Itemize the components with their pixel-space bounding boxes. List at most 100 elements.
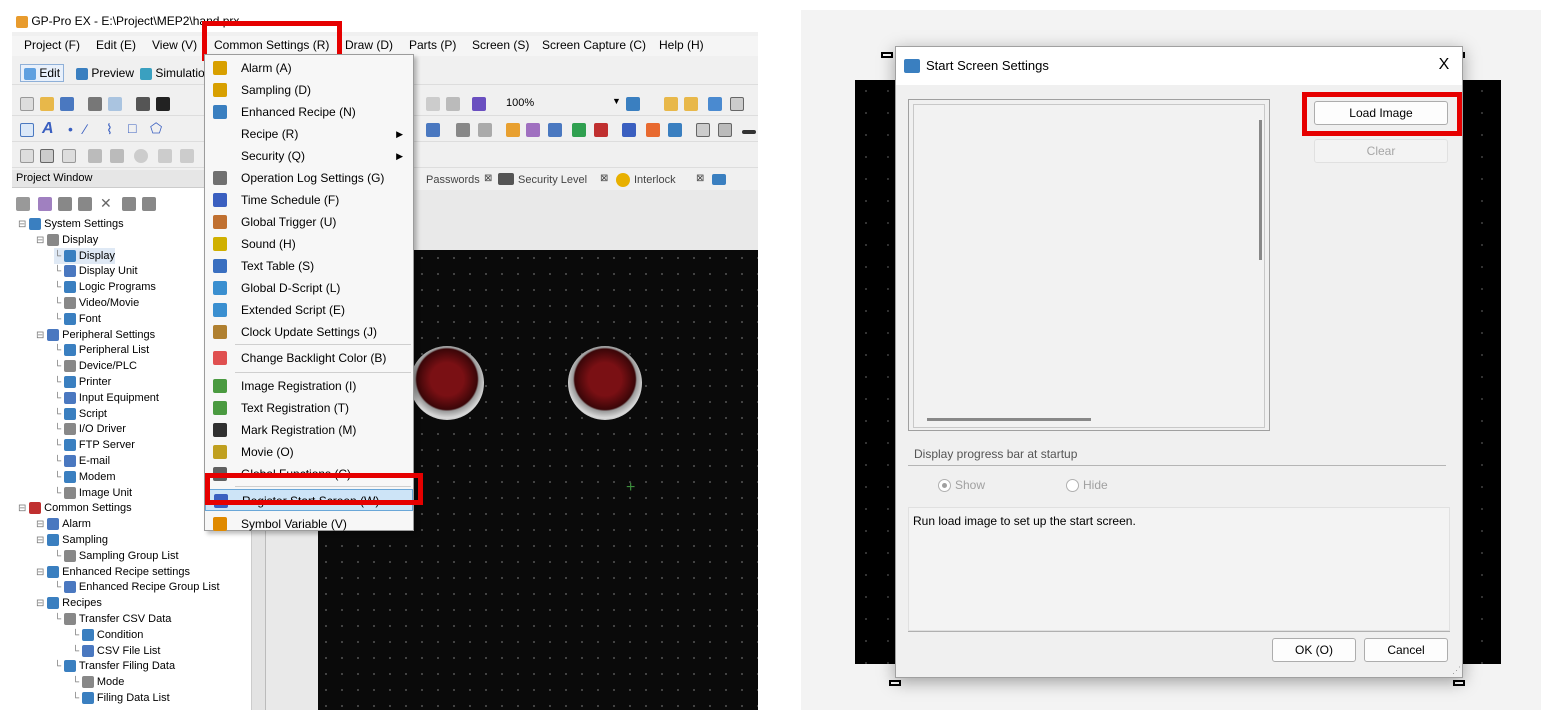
expander-minus-icon[interactable]: ⊟ (18, 503, 29, 514)
tab-interlock[interactable]: Interlock (634, 174, 676, 186)
tree-item[interactable]: └ E-mail (54, 453, 110, 469)
tree-item[interactable]: └ Device/PLC (54, 358, 137, 374)
camera-icon[interactable] (156, 97, 170, 111)
menu-view[interactable]: View (V) (152, 38, 197, 52)
tree-item[interactable]: └ Input Equipment (54, 390, 159, 406)
tree-item[interactable]: ⊟ Alarm (36, 516, 91, 532)
recipe-icon[interactable] (708, 97, 722, 111)
menu-item-extended-script[interactable]: Extended Script (E) (205, 299, 413, 321)
menu-item-clock-update[interactable]: Clock Update Settings (J) (205, 321, 413, 343)
contact-icon-b[interactable] (110, 149, 124, 163)
tree-item[interactable]: ⊟ Common Settings (18, 500, 132, 516)
check-icon[interactable] (472, 97, 486, 111)
pw-new-icon[interactable] (16, 197, 30, 211)
tree-item[interactable]: └ Sampling Group List (54, 548, 179, 564)
tab-close-icon[interactable]: ⊠ (600, 173, 608, 184)
lamp-icon[interactable] (646, 123, 660, 137)
save-icon[interactable] (60, 97, 74, 111)
ok-button[interactable]: OK (O) (1272, 638, 1356, 662)
tree-item[interactable]: └ FTP Server (54, 437, 135, 453)
new-icon[interactable] (20, 97, 34, 111)
grid-icon[interactable] (696, 123, 710, 137)
menu-item-sound[interactable]: Sound (H) (205, 233, 413, 255)
tree-item[interactable]: └ Logic Programs (54, 279, 156, 295)
zoom-dropdown-icon[interactable]: ▼ (612, 96, 621, 106)
delete-icon[interactable] (446, 97, 460, 111)
menu-item-symbol-variable[interactable]: Symbol Variable (V) (205, 513, 413, 535)
menu-item-global-dscript[interactable]: Global D-Script (L) (205, 277, 413, 299)
pw-delete-icon[interactable]: ✕ (100, 195, 112, 212)
lamp-part-2[interactable] (568, 346, 642, 420)
radio-show[interactable]: Show (938, 478, 985, 493)
line-icon[interactable]: ∕ (84, 121, 86, 137)
tab-passwords[interactable]: Passwords (426, 174, 480, 186)
cancel-button[interactable]: Cancel (1364, 638, 1448, 662)
tree-item[interactable]: └ Mode (72, 674, 124, 690)
tab-security-level[interactable]: Security Level (518, 174, 587, 186)
tree-item[interactable]: └ Video/Movie (54, 295, 139, 311)
trend-icon[interactable] (548, 123, 562, 137)
tree-item[interactable]: ⊟ Sampling (36, 532, 108, 548)
expander-minus-icon[interactable]: ⊟ (36, 330, 47, 341)
tree-item[interactable]: └ Modem (54, 469, 116, 485)
tree-item[interactable]: └ Enhanced Recipe Group List (54, 579, 220, 595)
resize-handle-bl[interactable] (889, 680, 901, 686)
tree-item[interactable]: └ CSV File List (72, 643, 160, 659)
tree-item[interactable]: └ Peripheral List (54, 342, 149, 358)
menu-project[interactable]: Project (F) (24, 38, 80, 52)
dot-icon[interactable]: • (68, 121, 73, 137)
menu-item-mark-registration[interactable]: Mark Registration (M) (205, 419, 413, 441)
pw-props-icon[interactable] (142, 197, 156, 211)
menu-screen[interactable]: Screen (S) (472, 38, 529, 52)
menu-draw[interactable]: Draw (D) (345, 38, 393, 52)
open-icon[interactable] (40, 97, 54, 111)
layout-icon[interactable] (718, 123, 732, 137)
bar-graph-icon[interactable] (506, 123, 520, 137)
tree-item[interactable]: └ Condition (72, 627, 143, 643)
parts-icon-b[interactable] (684, 97, 698, 111)
menu-item-time-schedule[interactable]: Time Schedule (F) (205, 189, 413, 211)
text-icon[interactable]: A (42, 120, 54, 138)
menu-item-global-trigger[interactable]: Global Trigger (U) (205, 211, 413, 233)
tree-item[interactable]: ⊟ Recipes (36, 595, 102, 611)
menu-item-sampling[interactable]: Sampling (D) (205, 79, 413, 101)
tree-item[interactable]: └ Filing Data List (72, 690, 170, 706)
picture-icon[interactable] (668, 123, 682, 137)
tree-item[interactable]: ⊟ Peripheral Settings (36, 327, 155, 343)
clear-button[interactable]: Clear (1314, 139, 1448, 163)
table-icon[interactable] (730, 97, 744, 111)
resize-grip-icon[interactable]: ⋰ (1452, 665, 1461, 676)
print-icon[interactable] (88, 97, 102, 111)
tree-item[interactable]: └ Display Unit (54, 263, 138, 279)
resize-handle-tl[interactable] (881, 52, 893, 58)
expander-minus-icon[interactable]: ⊟ (36, 235, 47, 246)
pw-paste-icon[interactable] (78, 197, 92, 211)
menu-edit[interactable]: Edit (E) (96, 38, 136, 52)
screen-icon[interactable] (626, 97, 640, 111)
tree-item[interactable]: └ Display (54, 247, 115, 264)
function-icon-b[interactable] (180, 149, 194, 163)
menu-item-image-registration[interactable]: Image Registration (I) (205, 375, 413, 397)
tab-close-icon[interactable]: ⊠ (484, 173, 492, 184)
parts-icon-a[interactable] (664, 97, 678, 111)
function-icon-a[interactable] (158, 149, 172, 163)
ladder-icon-c[interactable] (62, 149, 76, 163)
ladder-icon-b[interactable] (40, 149, 54, 163)
pw-save-icon[interactable] (122, 197, 136, 211)
copy-icon[interactable] (136, 97, 150, 111)
menu-parts[interactable]: Parts (P) (409, 38, 456, 52)
expander-minus-icon[interactable]: ⊟ (36, 535, 47, 546)
tree-item[interactable]: └ Script (54, 406, 107, 422)
window-icon[interactable] (426, 123, 440, 137)
tree-item[interactable]: ⊟ System Settings (18, 216, 124, 232)
tree-item[interactable]: ⊟ Enhanced Recipe settings (36, 564, 190, 580)
menu-screen-capture[interactable]: Screen Capture (C) (542, 38, 646, 52)
menu-item-text-registration[interactable]: Text Registration (T) (205, 397, 413, 419)
radio-hide[interactable]: Hide (1066, 478, 1108, 493)
ladder-icon-a[interactable] (20, 149, 34, 163)
menu-item-submenu-4[interactable]: Security (Q) ▶ (205, 145, 413, 167)
tree-item[interactable]: └ Image Unit (54, 485, 132, 501)
menu-item-enhanced-recipe[interactable]: Enhanced Recipe (N) (205, 101, 413, 123)
redo-icon[interactable] (426, 97, 440, 111)
expander-minus-icon[interactable]: ⊟ (18, 219, 29, 230)
